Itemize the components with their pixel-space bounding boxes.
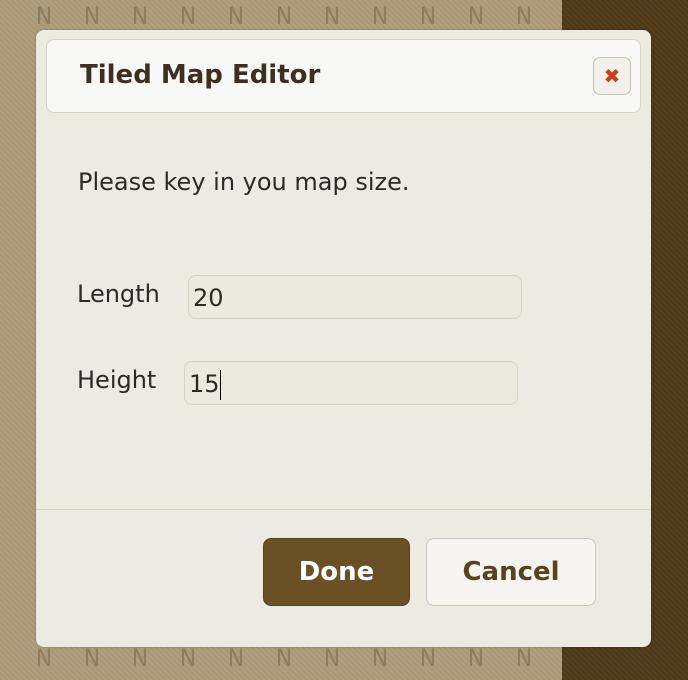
map-tile-label: N	[515, 644, 533, 672]
text-caret	[219, 370, 221, 400]
map-tile-label: N	[131, 644, 149, 672]
map-tile-label: N	[323, 644, 341, 672]
cancel-button[interactable]: Cancel	[426, 538, 596, 606]
map-size-dialog: Tiled Map Editor ✖ Please key in you map…	[36, 30, 651, 647]
map-tile-label: N	[275, 2, 293, 30]
map-tile-label: N	[323, 2, 341, 30]
map-tile-label: N	[467, 2, 485, 30]
height-input[interactable]: 15	[184, 361, 518, 405]
height-value: 15	[189, 370, 220, 398]
map-tile-label: N	[419, 644, 437, 672]
close-button[interactable]: ✖	[593, 57, 631, 95]
map-tile-label: N	[179, 644, 197, 672]
map-tile-label: N	[83, 2, 101, 30]
done-button[interactable]: Done	[263, 538, 410, 606]
map-tile-label: N	[419, 2, 437, 30]
map-tile-label: N	[227, 644, 245, 672]
map-tile-label: N	[227, 2, 245, 30]
length-input[interactable]: 20	[188, 275, 522, 319]
length-label: Length	[77, 280, 160, 308]
dialog-title: Tiled Map Editor	[80, 60, 321, 90]
map-tile-label: N	[515, 2, 533, 30]
length-value: 20	[193, 284, 224, 312]
map-tile-label: N	[371, 2, 389, 30]
map-tile-label: N	[275, 644, 293, 672]
map-tile-label: N	[131, 2, 149, 30]
map-tile-label: N	[371, 644, 389, 672]
dialog-header: Tiled Map Editor ✖	[46, 39, 641, 113]
map-tile-label: N	[83, 644, 101, 672]
map-tile-label: N	[179, 2, 197, 30]
close-x-icon: ✖	[603, 64, 621, 88]
footer-divider	[36, 509, 651, 510]
prompt-text: Please key in you map size.	[78, 168, 410, 196]
map-tile-label: N	[467, 644, 485, 672]
height-label: Height	[77, 366, 157, 394]
map-tile-label: N	[35, 2, 53, 30]
map-tile-label: N	[35, 644, 53, 672]
